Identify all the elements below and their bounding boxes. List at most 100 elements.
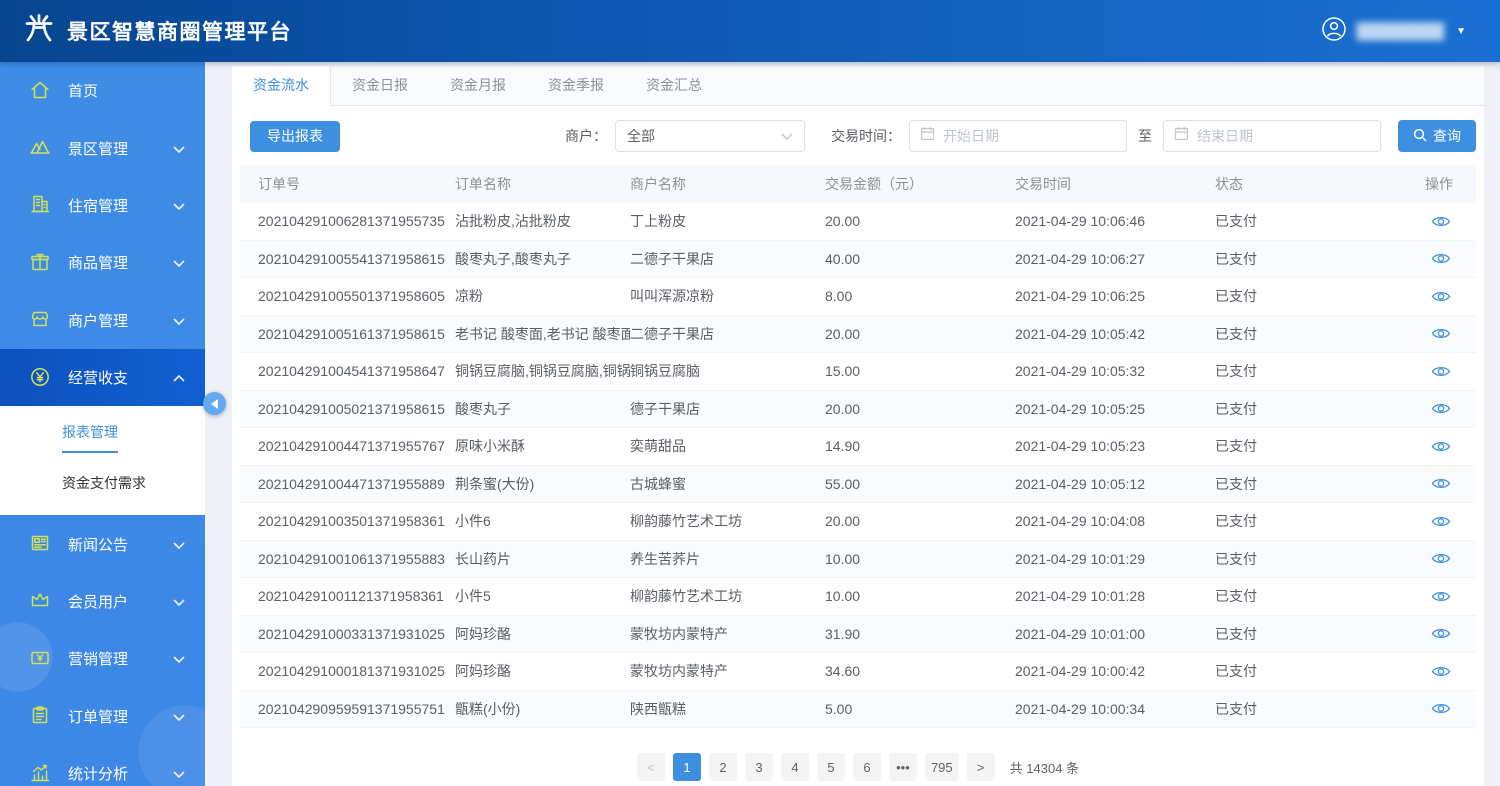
sidebar-item-statistics[interactable]: 统计分析 [0,745,205,786]
cell-time: 2021-04-29 10:06:25 [1015,288,1215,304]
sidebar-collapse-handle[interactable] [203,392,226,415]
page-button[interactable]: 6 [853,753,881,781]
cell-merchant-name: 铜锅豆腐脑 [630,361,825,381]
page-button[interactable]: 1 [673,753,701,781]
table-header: 订单号 订单名称 商户名称 交易金额（元） 交易时间 状态 操作 [240,165,1476,203]
brand: 景区智慧商圈管理平台 [22,12,292,51]
export-report-button[interactable]: 导出报表 [250,121,340,152]
cell-time: 2021-04-29 10:05:32 [1015,363,1215,379]
cell-time: 2021-04-29 10:06:46 [1015,213,1215,229]
cell-order-name: 长山药片 [455,549,630,569]
start-date-field[interactable] [909,120,1127,152]
tab-fund-flow[interactable]: 资金流水 [232,66,331,106]
eye-icon[interactable] [1431,402,1451,415]
cell-merchant-name: 柳韵藤竹艺术工坊 [630,586,825,606]
cell-order-no: 202104291000331371931025 [240,626,455,642]
cell-order-no: 202104291001121371958361 [240,588,455,604]
sidebar-item-news[interactable]: 新闻公告 [0,515,205,572]
page-button[interactable]: 795 [925,753,959,781]
sidebar-item-label: 新闻公告 [68,534,128,555]
home-icon [29,79,53,103]
user-menu[interactable]: █████████ ▼ [1321,16,1478,47]
sidebar-item-orders[interactable]: 订单管理 [0,688,205,745]
cell-order-no: 202104291004471371955889 [240,476,455,492]
tab-fund-daily[interactable]: 资金日报 [331,66,429,105]
cell-actions [1425,252,1476,265]
search-button[interactable]: 查询 [1398,120,1476,152]
eye-icon[interactable] [1431,590,1451,603]
cell-status: 已支付 [1215,436,1425,456]
page-title: 景区智慧商圈管理平台 [67,16,292,46]
eye-icon[interactable] [1431,552,1451,565]
table-row: 202104291001061371955883 长山药片 养生苦荞片 10.0… [240,541,1476,579]
end-date-field[interactable] [1163,120,1381,152]
calendar-icon [1174,126,1189,146]
col-status: 状态 [1215,174,1425,194]
yuan-circle-icon [29,366,53,390]
page-button[interactable]: 3 [745,753,773,781]
cell-time: 2021-04-29 10:05:12 [1015,476,1215,492]
tab-fund-quarterly[interactable]: 资金季报 [527,66,625,105]
chevron-down-icon [173,312,185,329]
page-button[interactable]: 4 [781,753,809,781]
next-page-button[interactable]: > [967,753,995,781]
end-date-input[interactable] [1197,128,1370,144]
page-ellipsis-button[interactable]: ••• [889,753,917,781]
page-button[interactable]: 2 [709,753,737,781]
table-row: 202104291006281371955735 沾批粉皮,沾批粉皮 丁上粉皮 … [240,203,1476,241]
start-date-input[interactable] [943,128,1116,144]
tab-fund-summary[interactable]: 资金汇总 [625,66,723,105]
eye-icon[interactable] [1431,252,1451,265]
cell-amount: 15.00 [825,363,1015,379]
page-button[interactable]: 5 [817,753,845,781]
eye-icon[interactable] [1431,477,1451,490]
eye-icon[interactable] [1431,627,1451,640]
sidebar-item-goods[interactable]: 商品管理 [0,234,205,291]
merchant-select[interactable]: 全部 [615,120,805,152]
cell-status: 已支付 [1215,511,1425,531]
sidebar-item-lodging[interactable]: 住宿管理 [0,177,205,234]
calendar-icon [920,126,935,146]
cell-order-name: 酸枣丸子,酸枣丸子 [455,249,630,269]
arrow-left-icon [206,399,218,409]
submenu-item-fund-payment[interactable]: 资金支付需求 [0,460,205,505]
eye-icon[interactable] [1431,515,1451,528]
sidebar-item-scenic[interactable]: 景区管理 [0,119,205,176]
scenic-icon [29,136,53,160]
chevron-up-icon [173,369,185,386]
eye-icon[interactable] [1431,365,1451,378]
eye-icon[interactable] [1431,440,1451,453]
table-row: 202104291004471371955767 原味小米酥 奕萌甜品 14.9… [240,428,1476,466]
cell-order-no: 202104291004471371955767 [240,438,455,454]
cell-actions [1425,327,1476,340]
eye-icon[interactable] [1431,327,1451,340]
eye-icon[interactable] [1431,702,1451,715]
pagination-pages: 123456 ••• 795 [673,753,959,781]
cell-order-name: 酸枣丸子 [455,399,630,419]
sidebar-item-members[interactable]: 会员用户 [0,573,205,630]
eye-icon[interactable] [1431,215,1451,228]
cell-order-no: 202104290959591371955751 [240,701,455,717]
col-order-name: 订单名称 [455,174,630,194]
cell-actions [1425,477,1476,490]
table-row: 202104291005501371958605 凉粉 叫叫浑源凉粉 8.00 … [240,278,1476,316]
cell-merchant-name: 柳韵藤竹艺术工坊 [630,511,825,531]
sidebar-item-home[interactable]: 首页 [0,62,205,119]
col-amount: 交易金额（元） [825,174,1015,194]
cell-status: 已支付 [1215,324,1425,344]
filter-controls: 商户： 全部 交易时间： 至 查询 [565,120,1476,152]
cell-order-name: 老书记 酸枣面,老书记 酸枣面 [455,324,630,344]
cell-order-name: 阿妈珍酪 [455,624,630,644]
chevron-down-icon [173,140,185,157]
search-button-label: 查询 [1433,126,1461,146]
tab-fund-monthly[interactable]: 资金月报 [429,66,527,105]
caret-down-icon: ▼ [1456,26,1466,37]
cell-amount: 20.00 [825,513,1015,529]
eye-icon[interactable] [1431,290,1451,303]
prev-page-button[interactable]: < [637,753,665,781]
submenu-item-report-management[interactable]: 报表管理 [0,415,205,460]
sidebar-item-marketing[interactable]: 营销管理 [0,630,205,687]
sidebar-item-merchant[interactable]: 商户管理 [0,292,205,349]
eye-icon[interactable] [1431,665,1451,678]
sidebar-item-finance[interactable]: 经营收支 [0,349,205,406]
